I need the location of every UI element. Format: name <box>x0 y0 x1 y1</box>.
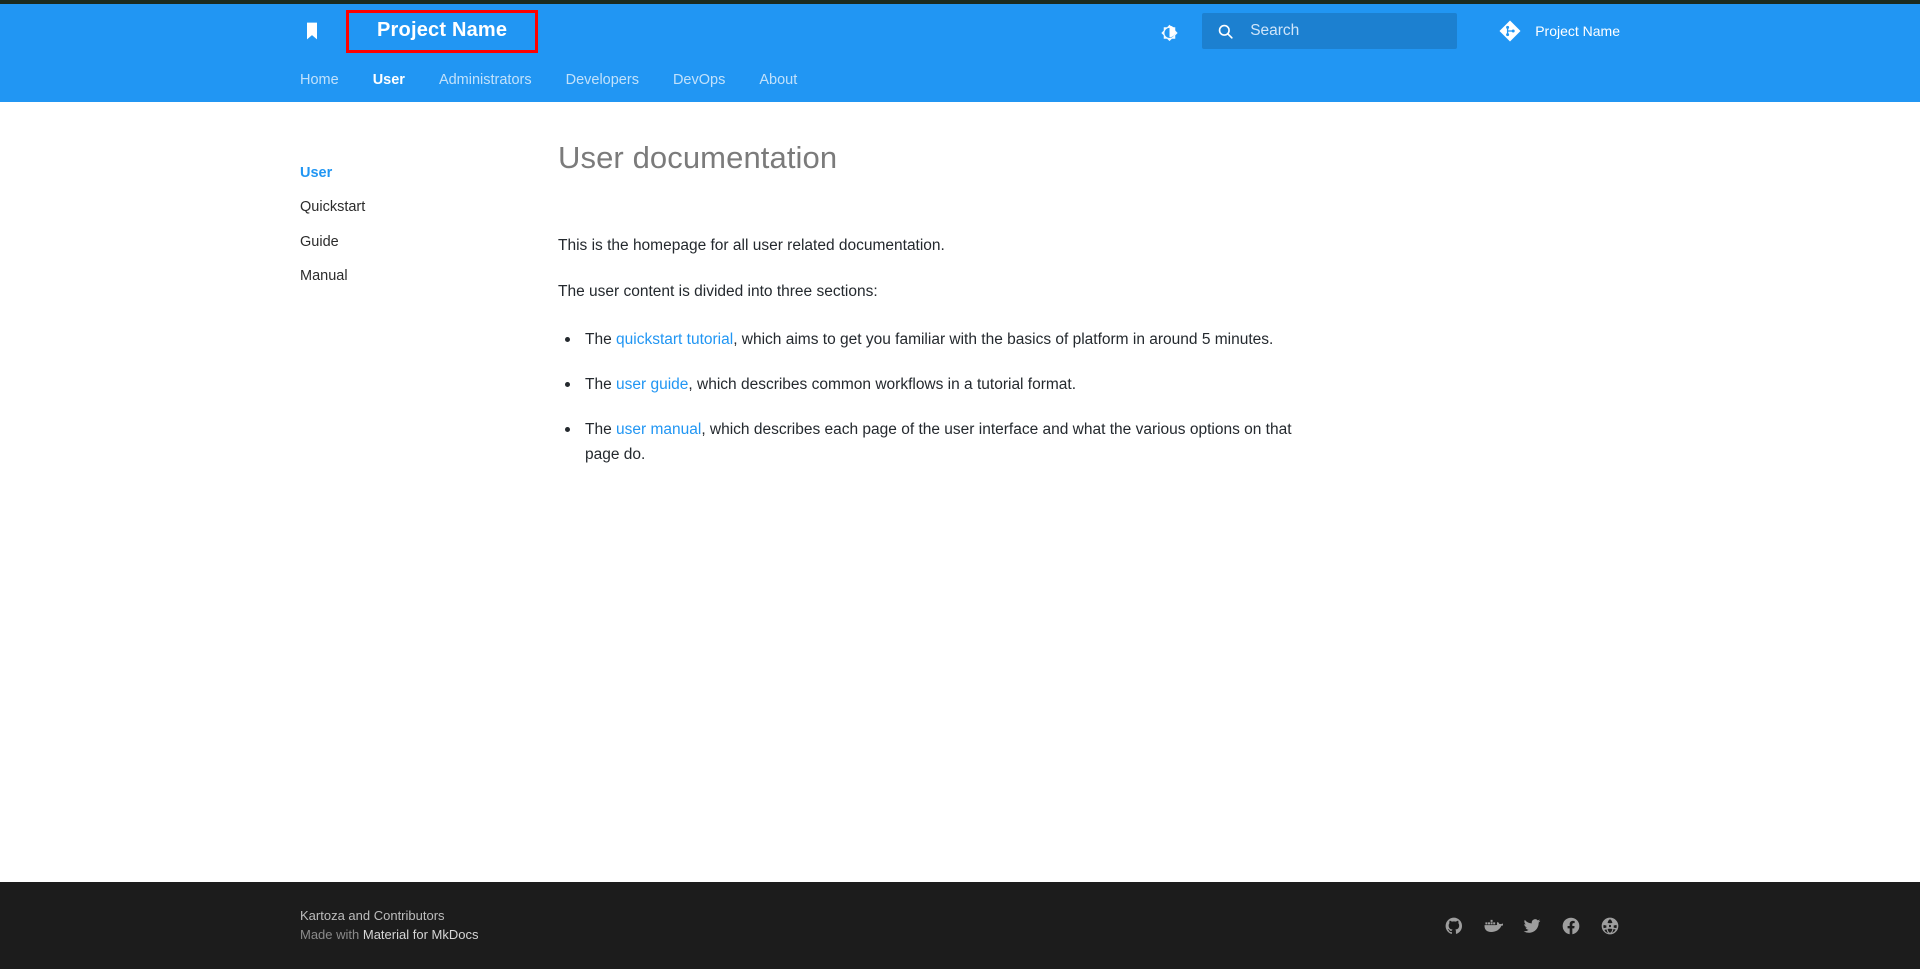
repository-name: Project Name <box>1535 23 1620 39</box>
twitter-icon[interactable] <box>1522 916 1542 936</box>
search-box[interactable] <box>1202 13 1458 49</box>
generator-prefix: Made with <box>300 926 363 942</box>
tab-about[interactable]: About <box>759 72 797 88</box>
tab-developers[interactable]: Developers <box>566 72 639 88</box>
github-icon[interactable] <box>1444 916 1464 936</box>
sidebar-item-user[interactable]: User <box>300 165 530 182</box>
search-icon <box>1214 20 1236 42</box>
list-item-prefix: The <box>585 330 617 348</box>
primary-tabs: Home User Administrators Developers DevO… <box>0 58 1920 102</box>
generator-name[interactable]: Material for MkDocs <box>363 927 479 942</box>
page-body: User Quickstart Guide Manual User docume… <box>0 102 1920 882</box>
social-links <box>1444 916 1620 936</box>
sidebar-item-quickstart[interactable]: Quickstart <box>300 199 530 216</box>
brightness-contrast-icon[interactable] <box>1152 14 1186 48</box>
intro-paragraph: This is the homepage for all user relate… <box>558 237 945 255</box>
list-item-suffix: , which describes common workflows in a … <box>688 376 1077 393</box>
page-title: User documentation <box>558 140 838 175</box>
site-footer: Kartoza and Contributors Made with Mater… <box>0 882 1920 969</box>
list-item: The user manual, which describes each pa… <box>558 417 1318 467</box>
list-item: The user guide, which describes common w… <box>558 372 1318 397</box>
copyright-text: Kartoza and Contributors <box>300 907 445 923</box>
globe-icon[interactable] <box>1600 916 1620 936</box>
list-item-prefix: The <box>585 376 617 393</box>
book-icon <box>300 18 324 44</box>
page-root: Project Name Search Project Name Home Us… <box>0 0 1920 969</box>
left-navigation: User Quickstart Guide Manual <box>300 138 530 882</box>
git-icon <box>1497 18 1523 44</box>
repository-link[interactable]: Project Name <box>1497 18 1620 44</box>
docker-icon[interactable] <box>1483 916 1503 936</box>
tab-home[interactable]: Home <box>300 72 339 88</box>
sidebar-item-manual[interactable]: Manual <box>300 268 530 285</box>
list-item-prefix: The <box>585 421 617 439</box>
facebook-icon[interactable] <box>1561 916 1581 936</box>
sections-list: The quickstart tutorial, which aims to g… <box>558 327 1360 467</box>
tab-administrators[interactable]: Administrators <box>439 72 532 88</box>
user-manual-link[interactable]: user manual <box>616 421 701 438</box>
tab-devops[interactable]: DevOps <box>673 72 725 88</box>
quickstart-tutorial-link[interactable]: quickstart tutorial <box>616 331 733 348</box>
site-header: Project Name Search Project Name <box>0 4 1920 58</box>
header-right-group: Project Name <box>1152 4 1620 58</box>
list-item: The quickstart tutorial, which aims to g… <box>558 327 1318 352</box>
site-title[interactable]: Project Name <box>377 19 507 42</box>
list-item-suffix: , which aims to get you familiar with th… <box>733 330 1274 348</box>
main-content: User documentation This is the homepage … <box>530 138 1360 882</box>
site-title-highlight-box: Project Name <box>346 9 539 53</box>
tab-user[interactable]: User <box>373 72 405 88</box>
sidebar-item-guide[interactable]: Guide <box>300 234 530 251</box>
footer-text-group: Kartoza and Contributors Made with Mater… <box>300 907 478 945</box>
generator-text: Made with Material for MkDocs <box>300 926 478 945</box>
sections-paragraph: The user content is divided into three s… <box>558 283 878 301</box>
search-input[interactable] <box>1250 13 1441 49</box>
user-guide-link[interactable]: user guide <box>616 376 688 393</box>
